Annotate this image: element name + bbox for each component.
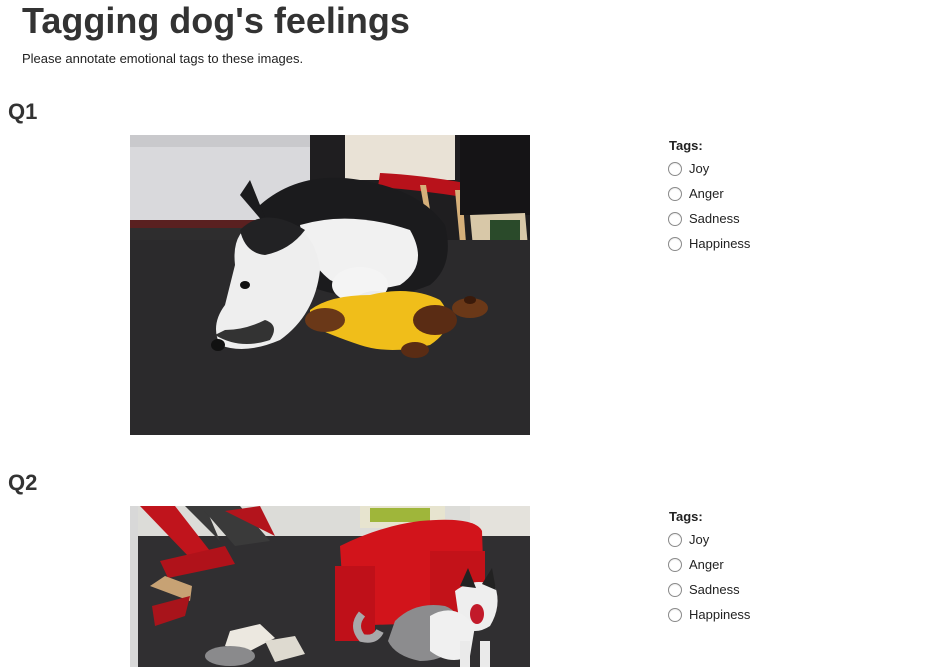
radio-button[interactable] (668, 186, 682, 201)
radio-button[interactable] (668, 582, 682, 597)
option-label: Anger (689, 557, 724, 572)
option-joy[interactable]: Joy (668, 527, 750, 552)
radio-button[interactable] (668, 607, 682, 622)
dog-photo-q1 (130, 135, 530, 435)
option-label: Joy (689, 161, 710, 176)
radio-button[interactable] (668, 532, 682, 547)
option-sadness[interactable]: Sadness (668, 206, 750, 231)
tags-group-q1: Tags: Joy Anger Sadness Happiness (668, 138, 750, 256)
question-label-q1: Q1 (8, 99, 38, 124)
option-happiness[interactable]: Happiness (668, 602, 750, 627)
radio-button[interactable] (668, 557, 682, 572)
option-sadness[interactable]: Sadness (668, 577, 750, 602)
tags-group-q2: Tags: Joy Anger Sadness Happiness (668, 509, 750, 627)
survey-page: Tagging dog's feelings Please annotate e… (0, 0, 927, 667)
radio-button[interactable] (668, 211, 682, 226)
tags-title: Tags: (669, 138, 703, 153)
option-label: Joy (689, 532, 710, 547)
question-label-q2: Q2 (8, 470, 38, 495)
tags-title: Tags: (669, 509, 703, 524)
option-label: Happiness (689, 236, 751, 251)
page-title: Tagging dog's feelings (22, 0, 410, 41)
option-label: Happiness (689, 607, 751, 622)
option-anger[interactable]: Anger (668, 181, 750, 206)
radio-button[interactable] (668, 161, 682, 176)
option-happiness[interactable]: Happiness (668, 231, 750, 256)
option-anger[interactable]: Anger (668, 552, 750, 577)
option-label: Sadness (689, 211, 740, 226)
radio-button[interactable] (668, 236, 682, 251)
option-label: Anger (689, 186, 724, 201)
option-label: Sadness (689, 582, 740, 597)
instructions-text: Please annotate emotional tags to these … (22, 51, 304, 66)
dog-photo-q2 (130, 506, 530, 667)
option-joy[interactable]: Joy (668, 156, 750, 181)
